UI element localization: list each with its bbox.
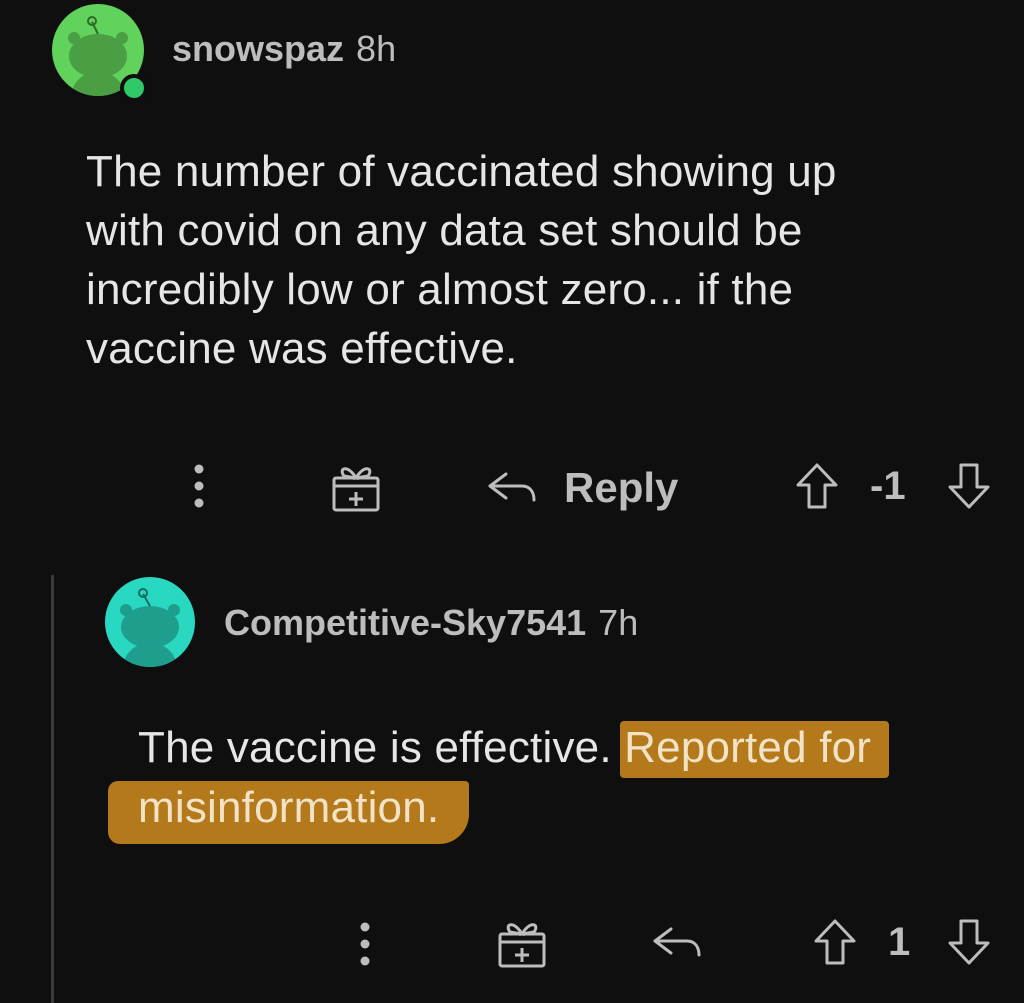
timestamp: 7h (598, 602, 639, 643)
snoo-avatar-icon (120, 588, 180, 667)
more-vertical-icon (194, 464, 204, 508)
downvote-button[interactable] (942, 914, 996, 970)
award-button[interactable] (494, 914, 550, 972)
comment-body: The number of vaccinated showing up with… (86, 142, 837, 378)
avatar[interactable] (105, 577, 195, 667)
reply-arrow-icon (488, 472, 536, 502)
more-vertical-icon (360, 922, 370, 966)
downvote-arrow-icon (948, 919, 990, 965)
upvote-button[interactable] (808, 914, 862, 970)
highlighted-text: misinformation. (108, 781, 470, 844)
upvote-arrow-icon (796, 463, 838, 509)
comment-header: snowspaz 8h (172, 28, 396, 70)
score: 1 (888, 920, 911, 964)
comment-body: The vaccine is effective. Reported for m… (108, 718, 1018, 844)
downvote-button[interactable] (942, 458, 996, 514)
highlighted-text: Reported for (620, 721, 890, 778)
username[interactable]: snowspaz (172, 28, 344, 70)
comment-body-line: misinformation. (108, 778, 1018, 844)
comment-body-line: The vaccine is effective. Reported for (138, 718, 1018, 778)
comment-body-line: incredibly low or almost zero... if the (86, 265, 794, 314)
thread-line[interactable] (51, 575, 54, 1003)
score: -1 (870, 464, 906, 508)
comment-body-line: The number of vaccinated showing up (86, 147, 837, 196)
upvote-button[interactable] (790, 458, 844, 514)
upvote-arrow-icon (814, 919, 856, 965)
gift-award-icon (332, 467, 380, 512)
comment-header: Competitive-Sky7541 7h (224, 602, 638, 644)
downvote-arrow-icon (948, 463, 990, 509)
more-options-button[interactable] (182, 458, 216, 514)
comment-body-line: with covid on any data set should be (86, 206, 803, 255)
username[interactable]: Competitive-Sky7541 (224, 602, 586, 644)
reply-label: Reply (564, 464, 679, 511)
more-options-button[interactable] (348, 916, 382, 972)
reply-button[interactable]: Reply (486, 460, 678, 516)
comment-body-text: The vaccine is effective. (138, 723, 625, 772)
timestamp: 8h (356, 28, 397, 69)
award-button[interactable] (328, 458, 384, 516)
reply-arrow-icon (653, 927, 701, 957)
reply-button[interactable] (650, 918, 706, 968)
comment-body-line: vaccine was effective. (86, 324, 518, 373)
online-status-dot (120, 74, 148, 102)
gift-award-icon (498, 923, 546, 968)
